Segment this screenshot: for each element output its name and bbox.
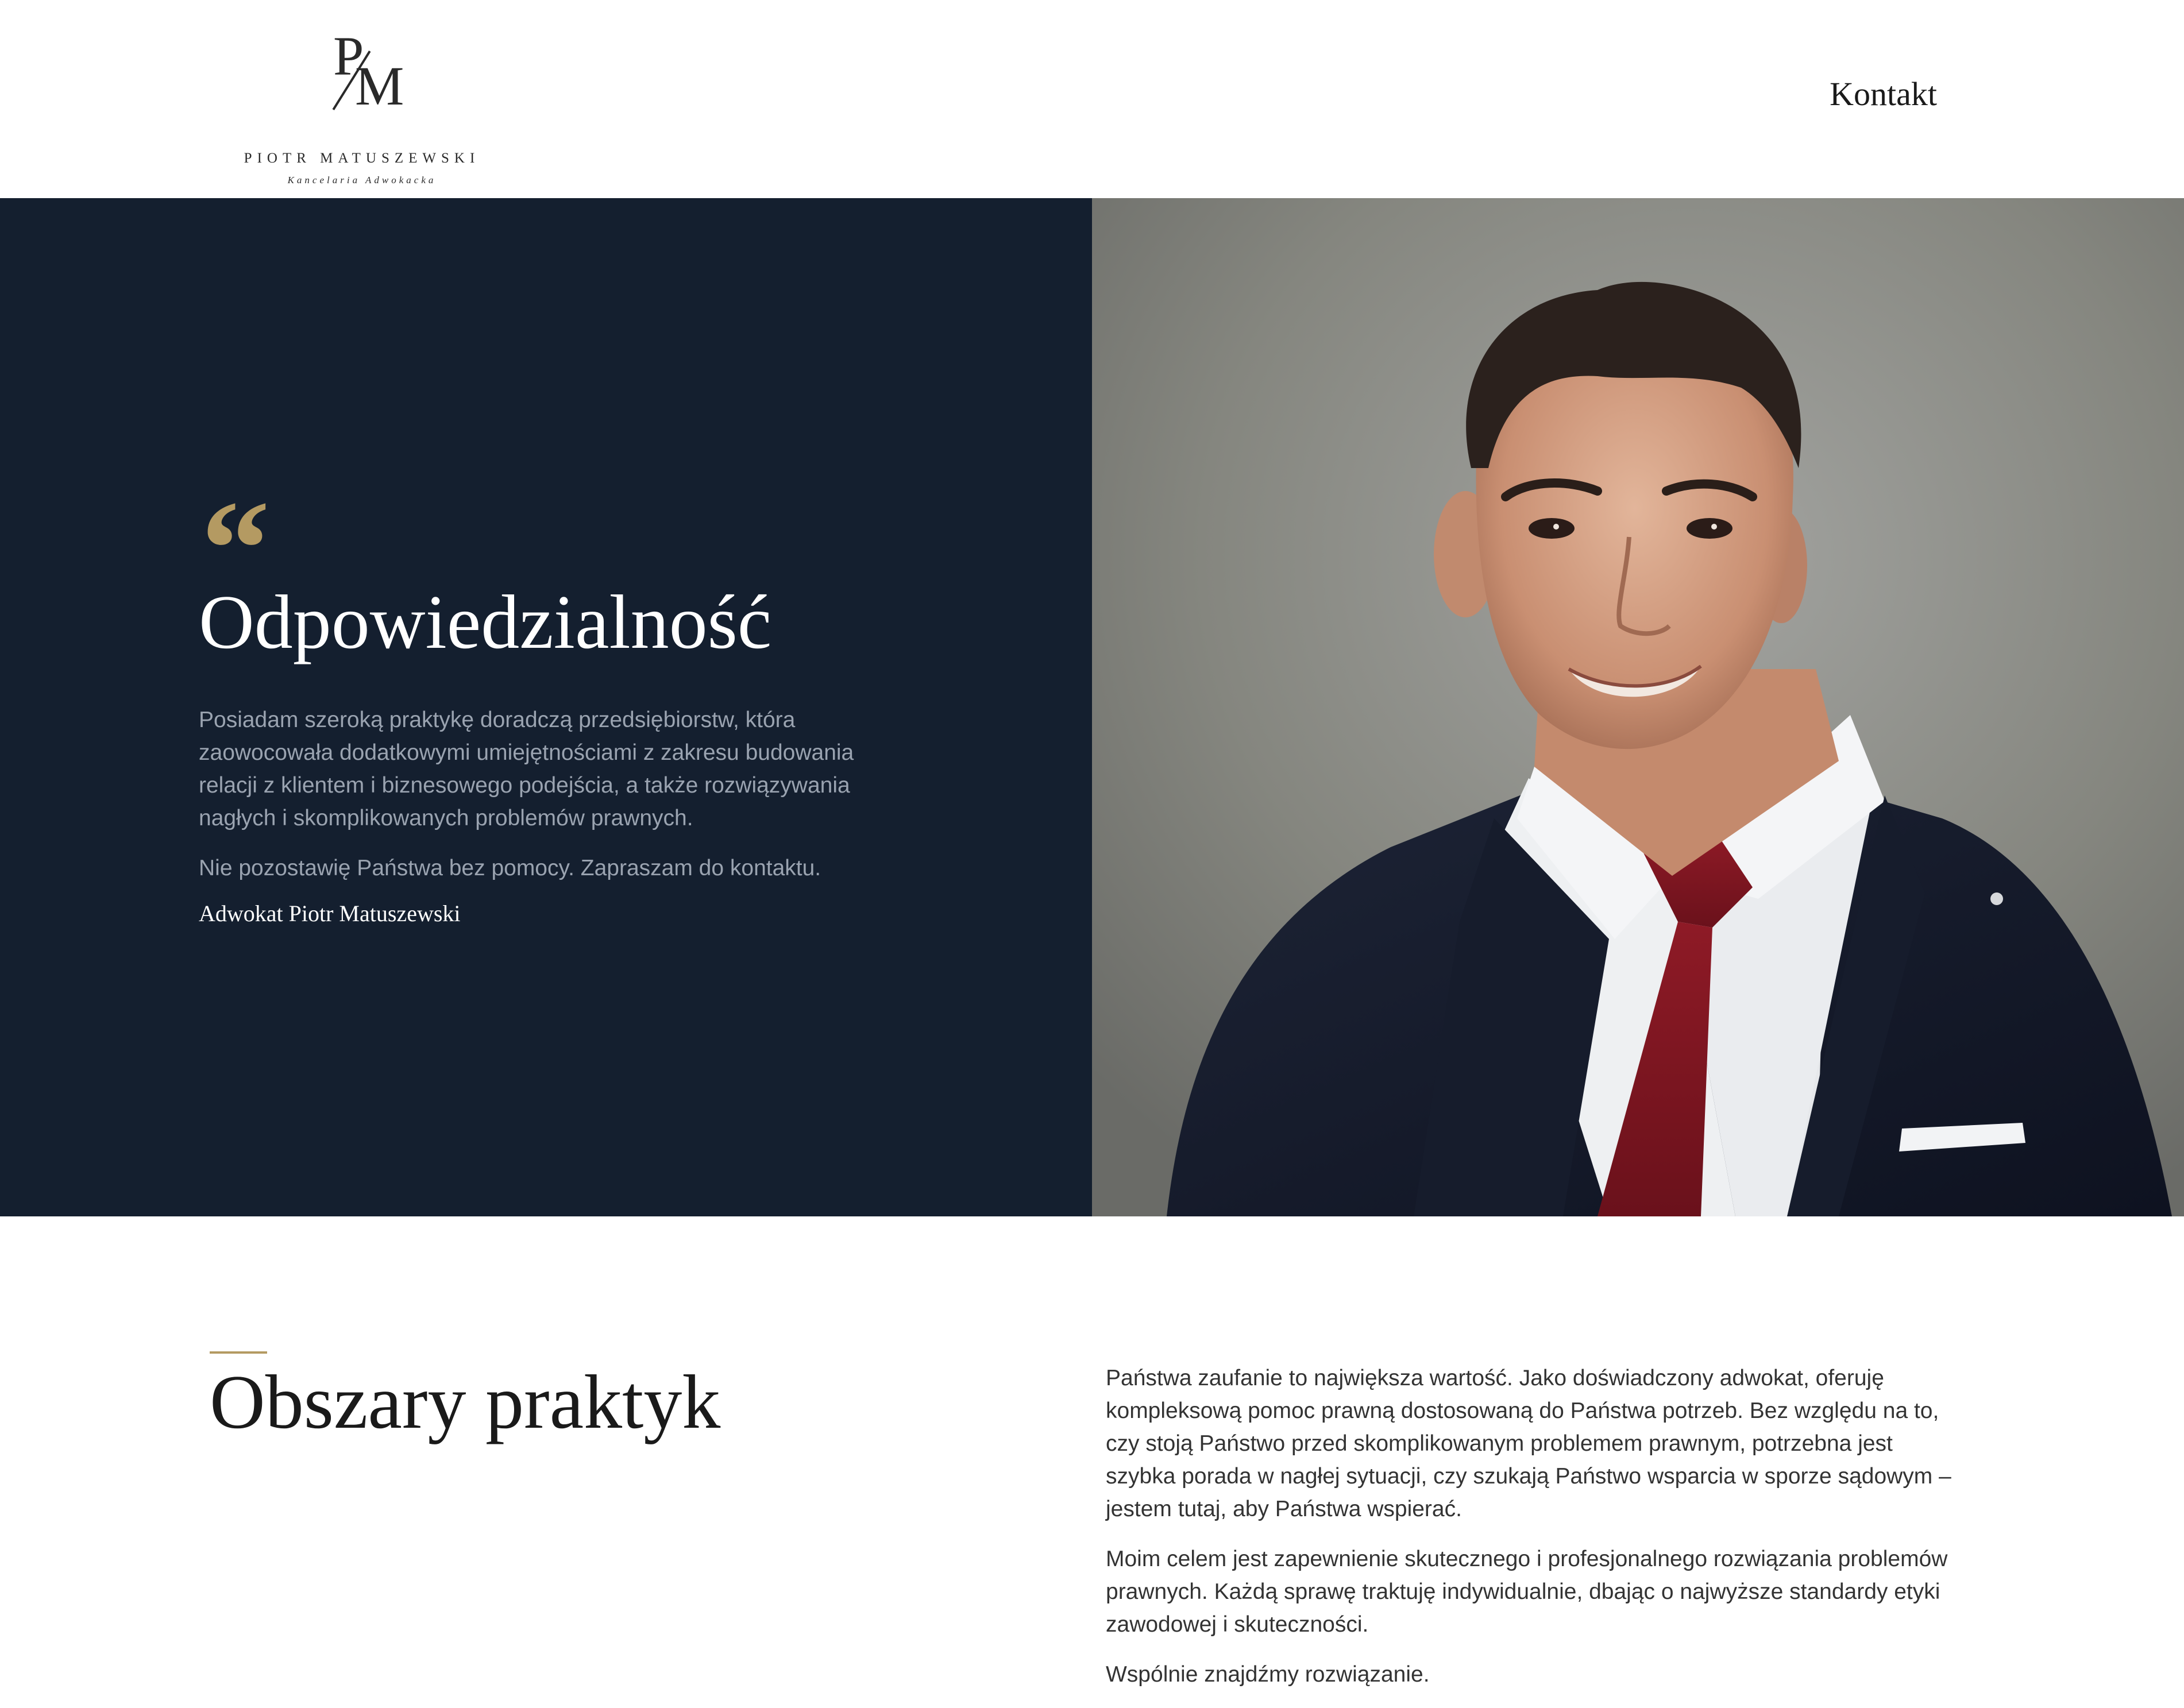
logo[interactable]: P M PIOTR MATUSZEWSKI Kancelaria Adwokac… (241, 29, 483, 186)
practice-title: Obszary praktyk (210, 1359, 721, 1444)
logo-subtitle: Kancelaria Adwokacka (287, 175, 437, 186)
logo-name: PIOTR MATUSZEWSKI (244, 150, 480, 166)
portrait-illustration (1092, 198, 2184, 1216)
practice-description: Państwa zaufanie to największa wartość. … (1106, 1362, 1967, 1708)
hero-paragraph: Posiadam szeroką praktykę doradczą przed… (199, 708, 854, 830)
hero-title: Odpowiedzialność (199, 579, 772, 664)
section-accent-line (210, 1351, 267, 1354)
hero-text-panel: “ Odpowiedzialność Posiadam szeroką prak… (0, 198, 1092, 1216)
nav-contact-link[interactable]: Kontakt (1830, 75, 1937, 113)
practice-paragraph: Wspólnie znajdźmy rozwiązanie. (1106, 1662, 1430, 1687)
hero-signature: Adwokat Piotr Matuszewski (199, 901, 461, 926)
logo-monogram-m: M (355, 55, 404, 117)
practice-paragraph: Moim celem jest zapewnienie skutecznego … (1106, 1547, 1948, 1637)
portrait-photo (1092, 198, 2184, 1216)
hero-description: Posiadam szeroką praktykę doradczą przed… (199, 704, 900, 902)
logo-monogram: P M (310, 29, 414, 115)
hero-section: “ Odpowiedzialność Posiadam szeroką prak… (0, 198, 2184, 1216)
practice-paragraph: Państwa zaufanie to największa wartość. … (1106, 1366, 1951, 1521)
practice-areas-section: Obszary praktyk Państwa zaufanie to najw… (0, 1216, 2184, 1702)
site-header: P M PIOTR MATUSZEWSKI Kancelaria Adwokac… (0, 0, 2184, 198)
hero-paragraph: Nie pozostawię Państwa bez pomocy. Zapra… (199, 856, 821, 880)
